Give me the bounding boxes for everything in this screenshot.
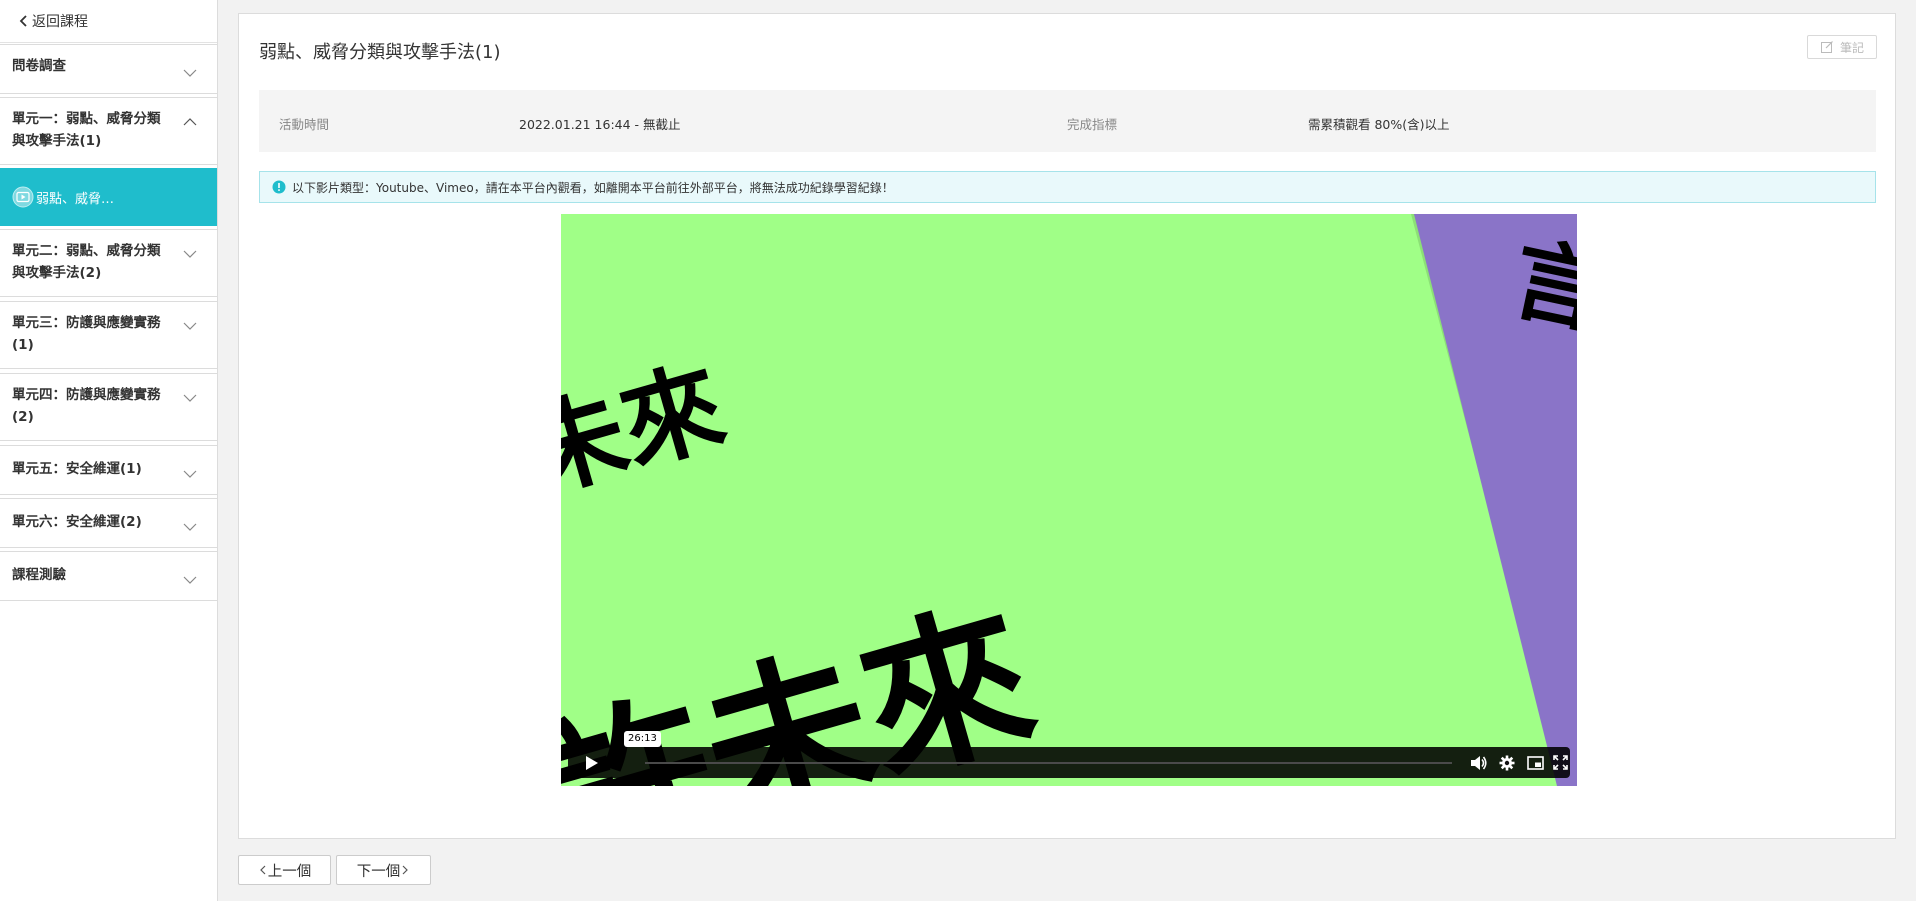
activity-time-label: 活動時間 <box>279 117 330 132</box>
sidebar-section-title: 單元六：安全維運(2) <box>12 514 142 530</box>
sidebar-section-quiz[interactable]: 課程測驗 <box>0 551 217 601</box>
sidebar-section-title: 課程測驗 <box>12 567 66 583</box>
sidebar-section-unit-4[interactable]: 單元四：防護與應變實務(2) <box>0 373 217 441</box>
activity-info-box: 活動時間 2022.01.21 16:44 - 無截止 完成指標 需累積觀看 8… <box>259 90 1876 152</box>
sidebar-section-title: 單元五：安全維運(1) <box>12 461 142 477</box>
play-icon <box>586 755 598 770</box>
sidebar-section-unit-1[interactable]: 單元一：弱點、威脅分類與攻擊手法(1) <box>0 97 217 165</box>
sidebar-section-title: 單元二：弱點、威脅分類與攻擊手法(2) <box>12 243 161 281</box>
page-title: 弱點、威脅分類與攻擊手法(1) <box>259 42 501 63</box>
chevron-down-icon <box>183 517 197 531</box>
sidebar-section-survey[interactable]: 問卷調查 <box>0 44 217 94</box>
sidebar-section-unit-5[interactable]: 單元五：安全維運(1) <box>0 445 217 495</box>
sidebar-section-title: 單元四：防護與應變實務(2) <box>12 387 161 425</box>
picture-in-picture-icon <box>1526 755 1544 770</box>
sidebar-section-title: 問卷調查 <box>12 58 66 74</box>
next-button[interactable]: 下一個 <box>336 855 431 885</box>
completion-label: 完成指標 <box>1067 117 1118 132</box>
chevron-left-icon <box>258 864 268 876</box>
picture-in-picture-button[interactable] <box>1524 747 1546 778</box>
sidebar-item-label: 弱點、威脅… <box>36 191 115 207</box>
sidebar-section-title: 單元三：防護與應變實務(1) <box>12 315 161 353</box>
notice-text: 以下影片類型：Youtube、Vimeo，請在本平台內觀看，如離開本平台前往外部… <box>292 180 894 195</box>
activity-time-value: 2022.01.21 16:44 - 無截止 <box>519 117 681 132</box>
chevron-down-icon <box>183 464 197 478</box>
sidebar-section-unit-6[interactable]: 單元六：安全維運(2) <box>0 498 217 548</box>
note-button[interactable]: 筆記 <box>1807 35 1877 59</box>
sidebar-section-title: 單元一：弱點、威脅分類與攻擊手法(1) <box>12 111 161 149</box>
prev-button[interactable]: 上一個 <box>238 855 331 885</box>
play-button[interactable] <box>578 747 606 778</box>
video-progress-bar[interactable] <box>645 762 1452 764</box>
duration-tooltip: 26:13 <box>624 731 661 747</box>
prev-button-label: 上一個 <box>267 863 312 880</box>
chevron-down-icon <box>183 63 197 77</box>
back-to-course-label: 返回課程 <box>32 14 88 30</box>
fullscreen-button[interactable] <box>1551 747 1569 778</box>
chevron-down-icon <box>183 570 197 584</box>
edit-icon <box>1820 41 1833 53</box>
settings-button[interactable] <box>1496 747 1518 778</box>
video-frame: 未來 許未來 言 <box>561 214 1577 786</box>
gear-icon <box>1499 755 1515 770</box>
fullscreen-icon <box>1552 755 1568 770</box>
sidebar-section-unit-3[interactable]: 單元三：防護與應變實務(1) <box>0 301 217 369</box>
volume-button[interactable] <box>1468 747 1490 778</box>
video-controls-bar <box>568 747 1570 778</box>
main-panel: 弱點、威脅分類與攻擊手法(1) 筆記 活動時間 2022.01.21 16:44… <box>238 13 1896 839</box>
info-icon <box>272 180 286 194</box>
chevron-down-icon <box>183 388 197 402</box>
video-player[interactable]: 未來 許未來 言 26:13 <box>561 214 1577 786</box>
completion-value: 需累積觀看 80%(含)以上 <box>1308 117 1450 132</box>
volume-icon <box>1471 755 1487 770</box>
note-button-label: 筆記 <box>1839 40 1864 55</box>
chevron-down-icon <box>183 244 197 258</box>
chevron-right-icon <box>400 864 410 876</box>
chevron-down-icon <box>183 316 197 330</box>
course-sidebar: 返回課程 問卷調查 單元一：弱點、威脅分類與攻擊手法(1) 弱點、威脅… 單元二… <box>0 0 218 901</box>
chevron-left-icon <box>18 14 30 28</box>
external-platform-notice: 以下影片類型：Youtube、Vimeo，請在本平台內觀看，如離開本平台前往外部… <box>259 171 1876 203</box>
video-play-icon <box>12 186 34 208</box>
sidebar-item-active-video[interactable]: 弱點、威脅… <box>0 168 217 226</box>
chevron-up-icon <box>183 112 197 126</box>
next-button-label: 下一個 <box>356 863 401 880</box>
back-to-course-link[interactable]: 返回課程 <box>0 0 217 43</box>
sidebar-section-unit-2[interactable]: 單元二：弱點、威脅分類與攻擊手法(2) <box>0 229 217 297</box>
